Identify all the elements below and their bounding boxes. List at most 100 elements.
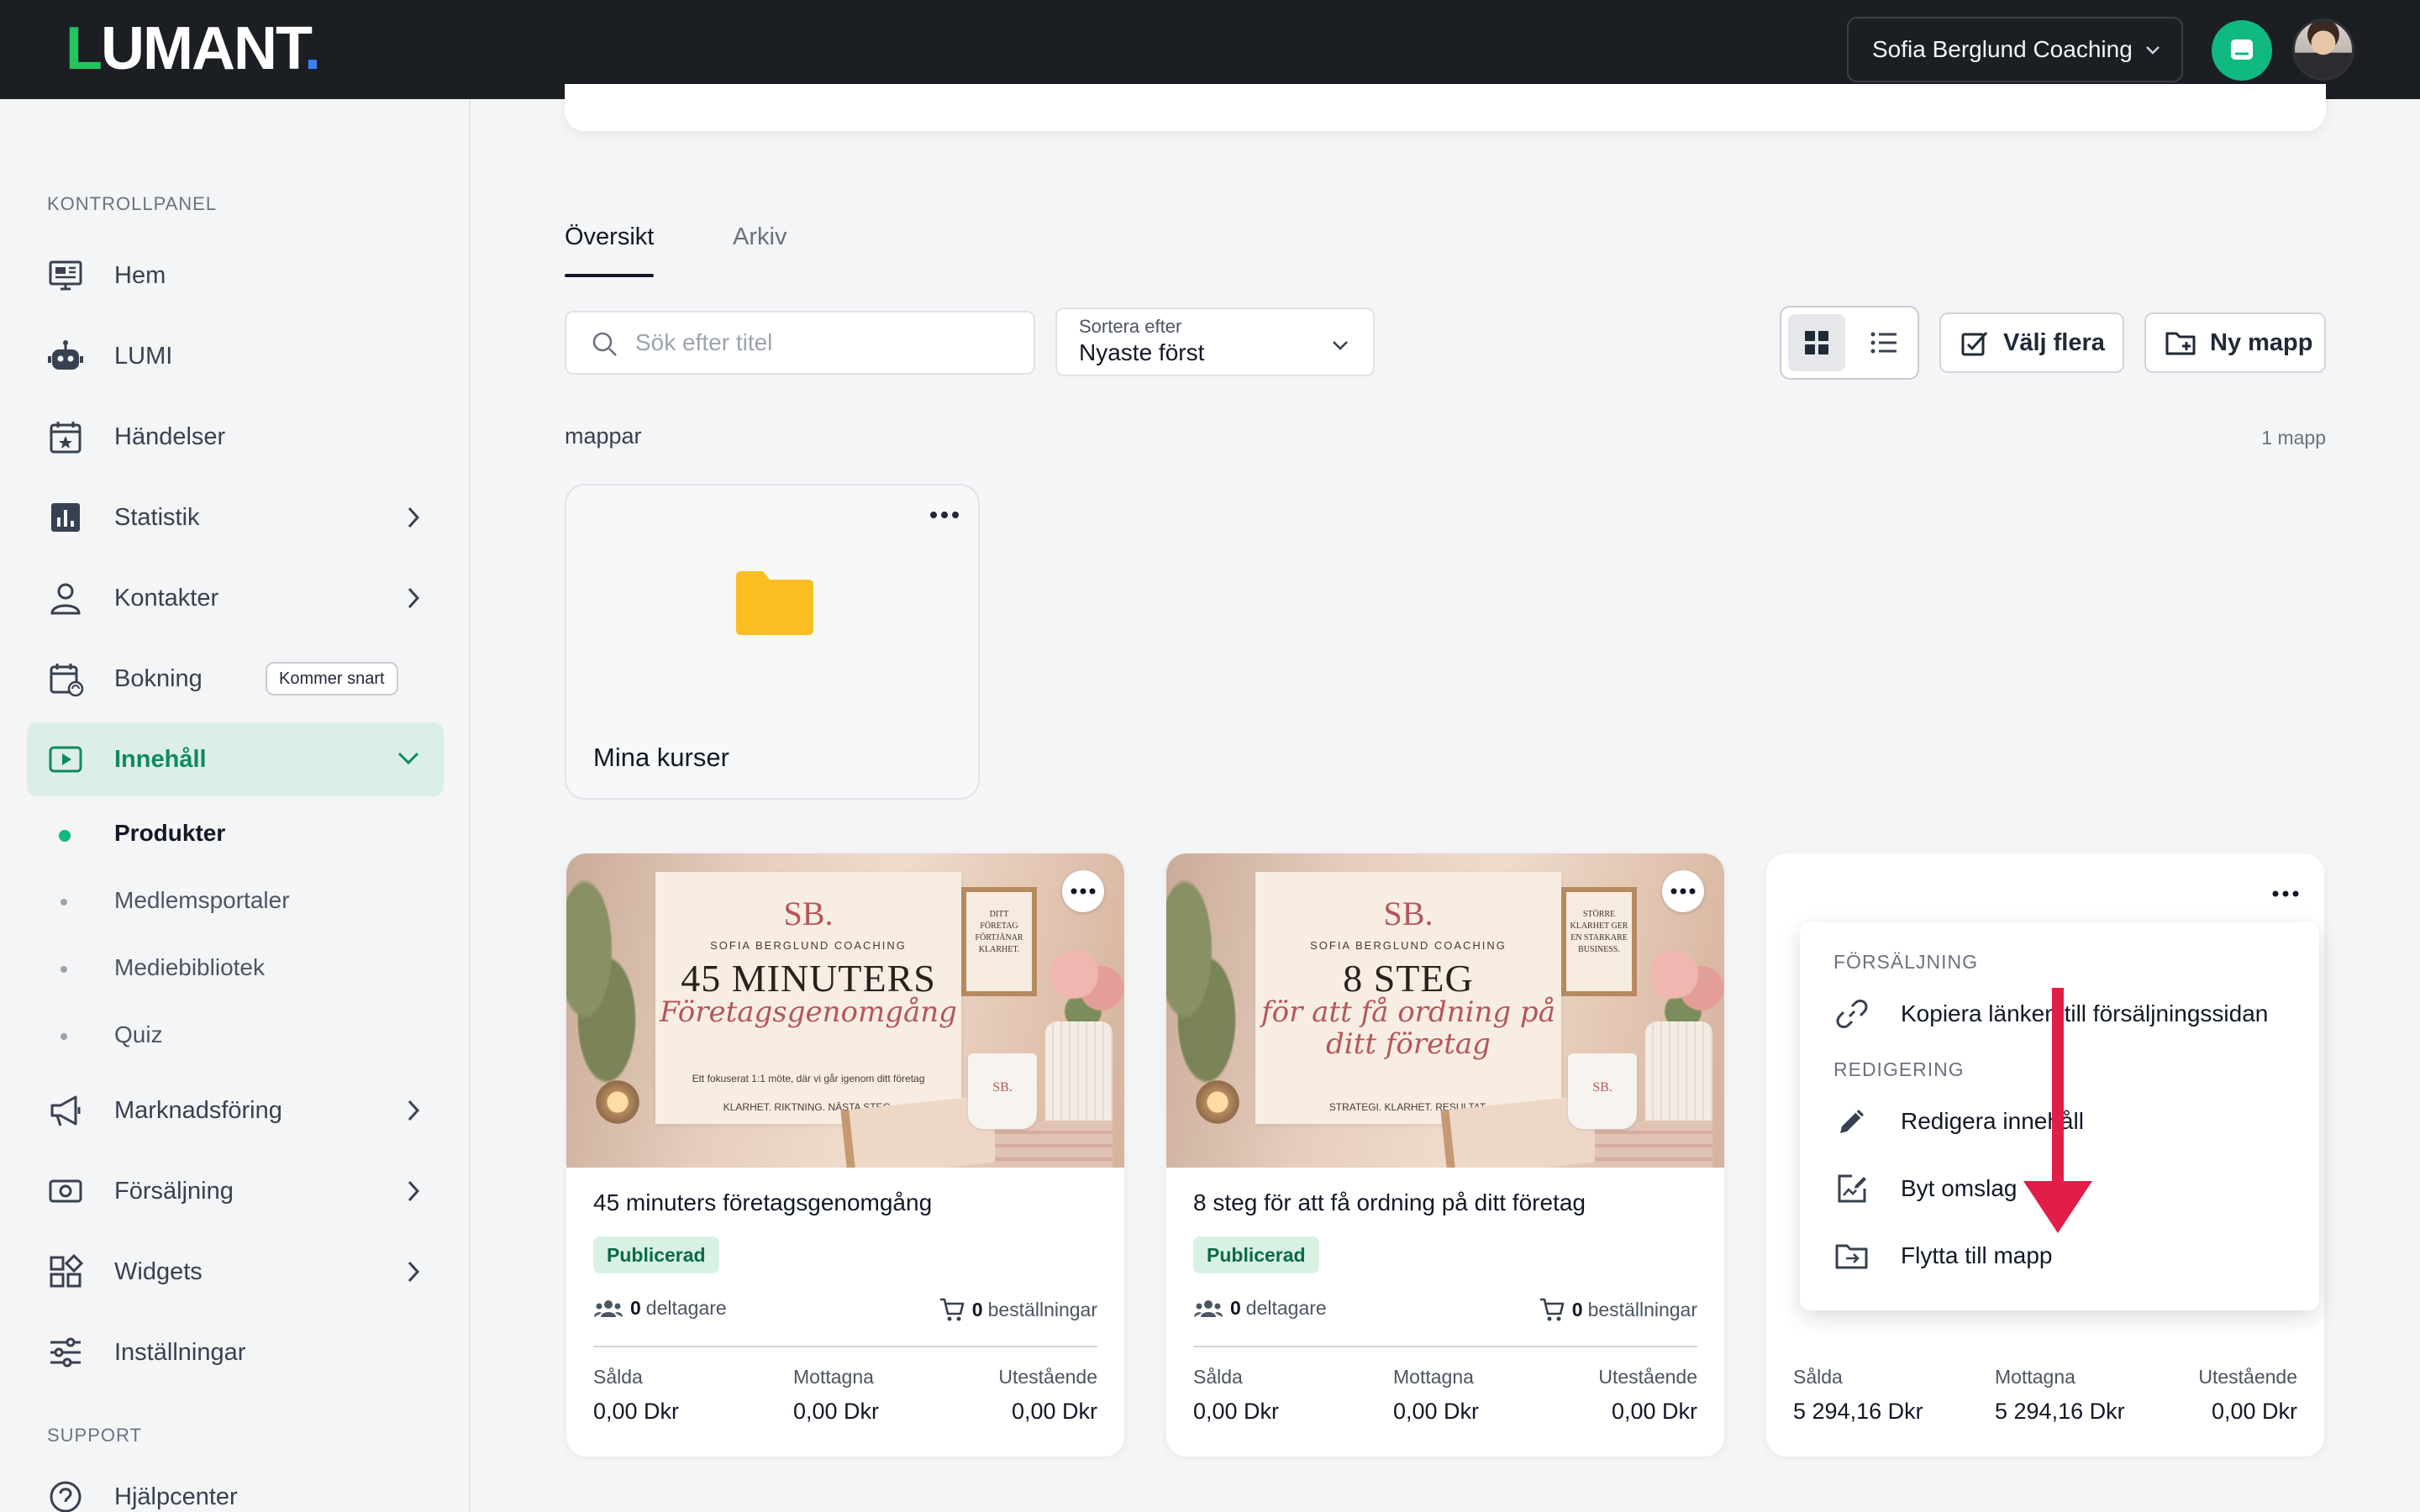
sidebar-subitem-produkter[interactable]: Produkter bbox=[27, 805, 444, 864]
grid-view-button[interactable] bbox=[1788, 314, 1845, 371]
account-switcher[interactable]: Sofia Berglund Coaching bbox=[1847, 17, 2183, 82]
more-horizontal-icon[interactable] bbox=[2272, 890, 2299, 897]
tab-oversikt[interactable]: Översikt bbox=[565, 223, 654, 251]
cover-poster: SB. SOFIA BERGLUND COACHING 45 MINUTERS … bbox=[655, 872, 961, 1124]
sidebar-item-marknadsforing[interactable]: Marknadsföring bbox=[27, 1074, 444, 1147]
candle-decor bbox=[588, 1079, 647, 1137]
sidebar-item-hjalpcenter[interactable]: Hjälpcenter bbox=[27, 1460, 444, 1512]
sold-label: Sålda bbox=[1193, 1366, 1243, 1388]
widgets-icon bbox=[50, 1253, 84, 1288]
view-toggle bbox=[1780, 306, 1919, 380]
chevron-down-icon bbox=[397, 752, 419, 765]
sidebar-item-statistik[interactable]: Statistik bbox=[27, 480, 444, 554]
sidebar-item-label: LUMI bbox=[114, 342, 173, 370]
sidebar-item-forsaljning[interactable]: Försäljning bbox=[27, 1154, 444, 1228]
bullet-dot bbox=[60, 966, 67, 973]
divider bbox=[593, 1346, 1097, 1347]
sidebar-item-label: Statistik bbox=[114, 503, 200, 531]
sidebar-item-kontakter[interactable]: Kontakter bbox=[27, 561, 444, 635]
sidebar-item-innehall[interactable]: Innehåll bbox=[27, 722, 444, 796]
annotation-arrow-icon bbox=[2023, 988, 2092, 1233]
sidebar-item-bokning[interactable]: Bokning Kommer snart bbox=[27, 642, 444, 716]
account-name: Sofia Berglund Coaching bbox=[1872, 36, 2133, 62]
received-stat: Mottagna 0,00 Dkr bbox=[1393, 1366, 1479, 1425]
sidebar-item-label: Kontakter bbox=[114, 584, 219, 612]
outstanding-label: Utestående bbox=[998, 1366, 1097, 1388]
cover-monogram: SB. bbox=[1383, 895, 1434, 932]
sidebar-item-lumi[interactable]: LUMI bbox=[27, 319, 444, 393]
list-icon bbox=[1870, 332, 1897, 354]
product-card[interactable]: SB. SOFIA BERGLUND COACHING 8 STEG för a… bbox=[1166, 853, 1724, 1457]
vase-decor bbox=[1645, 1021, 1712, 1131]
sidebar-item-label: Händelser bbox=[114, 423, 226, 450]
orders-count: 0 bbox=[971, 1298, 983, 1320]
mug-decor: SB. bbox=[968, 1053, 1037, 1129]
sliders-icon bbox=[50, 1337, 81, 1368]
received-label: Mottagna bbox=[1995, 1366, 2075, 1388]
sold-label: Sålda bbox=[593, 1366, 643, 1388]
card-more-button[interactable] bbox=[1062, 870, 1104, 912]
folder-name: Mina kurser bbox=[593, 743, 729, 772]
cart-icon bbox=[1539, 1298, 1565, 1321]
lumant-logo[interactable]: LUMANT. bbox=[66, 18, 321, 79]
participants: 0 deltagare bbox=[593, 1297, 727, 1320]
sort-select[interactable]: Sortera efter Nyaste först bbox=[1055, 307, 1375, 376]
sidebar-item-label: Hjälpcenter bbox=[114, 1483, 238, 1510]
received-value: 5 294,16 Dkr bbox=[1995, 1399, 2125, 1424]
user-avatar[interactable] bbox=[2292, 18, 2354, 81]
cash-icon bbox=[49, 1179, 82, 1203]
search-input[interactable] bbox=[635, 326, 1005, 360]
new-folder-button[interactable]: Ny mapp bbox=[2144, 312, 2326, 373]
calendar-star-icon bbox=[50, 422, 82, 454]
sidebar-subitem-quiz[interactable]: Quiz bbox=[27, 1006, 444, 1065]
plant-decor bbox=[566, 879, 650, 1114]
calendar-sync-icon bbox=[50, 664, 84, 697]
sidebar-item-widgets[interactable]: Widgets bbox=[27, 1235, 444, 1309]
received-label: Mottagna bbox=[1393, 1366, 1474, 1388]
folders-heading: mappar bbox=[565, 423, 642, 449]
sidebar-item-label: Bokning bbox=[114, 664, 203, 692]
search-field[interactable] bbox=[565, 311, 1035, 375]
cover-poster: SB. SOFIA BERGLUND COACHING 8 STEG för a… bbox=[1255, 872, 1561, 1124]
bullet-dot bbox=[59, 830, 71, 842]
coming-soon-badge: Kommer snart bbox=[266, 662, 398, 696]
menu-item-label: Byt omslag bbox=[1901, 1175, 2018, 1201]
sidebar-item-hem[interactable]: Hem bbox=[27, 239, 444, 312]
more-horizontal-icon[interactable] bbox=[929, 511, 960, 519]
sidebar-subitem-mediebibliotek[interactable]: Mediebibliotek bbox=[27, 939, 444, 998]
folder-card[interactable]: Mina kurser bbox=[565, 484, 980, 800]
folder-icon bbox=[736, 571, 813, 635]
chevron-down-icon bbox=[2146, 46, 2160, 55]
sold-label: Sålda bbox=[1793, 1366, 1843, 1388]
robot-icon bbox=[48, 340, 83, 370]
sidebar-item-handelser[interactable]: Händelser bbox=[27, 400, 444, 474]
outstanding-value: 0,00 Dkr bbox=[1611, 1399, 1697, 1424]
tab-arkiv[interactable]: Arkiv bbox=[733, 223, 786, 251]
sort-value: Nyaste först bbox=[1079, 339, 1205, 365]
sidebar-subitem-medlemsportaler[interactable]: Medlemsportaler bbox=[27, 872, 444, 931]
orders: 0 beställningar bbox=[939, 1297, 1097, 1322]
chevron-right-icon bbox=[408, 587, 420, 609]
sidebar-item-installningar[interactable]: Inställningar bbox=[27, 1315, 444, 1389]
sold-stat: Sålda 5 294,16 Dkr bbox=[1793, 1366, 1923, 1425]
product-card[interactable]: SB. SOFIA BERGLUND COACHING 45 MINUTERS … bbox=[566, 853, 1124, 1457]
checklist-icon bbox=[1961, 331, 1988, 356]
status-badge: Publicerad bbox=[593, 1236, 719, 1273]
participants-count: 0 bbox=[1230, 1297, 1241, 1319]
sidebar-item-label: Innehåll bbox=[114, 745, 207, 773]
participants-label: deltagare bbox=[645, 1297, 727, 1319]
menu-group-sales: FÖRSÄLJNING bbox=[1833, 951, 1979, 973]
outstanding-label: Utestående bbox=[2198, 1366, 2297, 1388]
chat-icon bbox=[2231, 39, 2253, 60]
list-view-button[interactable] bbox=[1855, 314, 1912, 371]
card-more-button[interactable] bbox=[1662, 870, 1704, 912]
product-title: 45 minuters företagsgenomgång bbox=[593, 1189, 933, 1215]
select-multiple-button[interactable]: Välj flera bbox=[1939, 312, 2124, 373]
chat-button[interactable] bbox=[2212, 20, 2272, 81]
mug-decor: SB. bbox=[1568, 1053, 1637, 1129]
play-square-icon bbox=[49, 746, 82, 773]
outstanding-stat: Utestående 0,00 Dkr bbox=[2198, 1366, 2297, 1425]
megaphone-icon bbox=[50, 1095, 81, 1126]
cover-script: Företagsgenomgång bbox=[660, 995, 957, 1029]
cover-script: för att få ordning på ditt företag bbox=[1261, 995, 1555, 1061]
